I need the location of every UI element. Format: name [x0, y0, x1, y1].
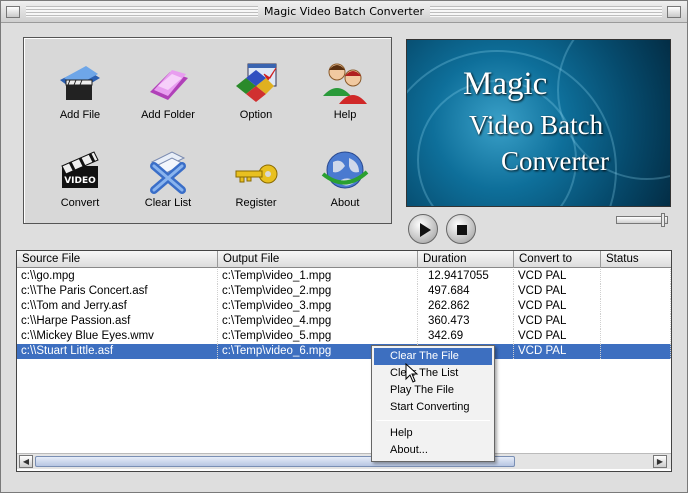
cell-convert-to: VCD PAL [514, 299, 601, 314]
cell-output: c:\Temp\video_1.mpg [218, 269, 418, 284]
clear-list-button[interactable]: Clear List [130, 134, 206, 218]
column-header-convert-to[interactable]: Convert to [514, 251, 601, 268]
cell-status [601, 269, 671, 284]
cell-duration: 360.473 [418, 314, 514, 329]
option-button[interactable]: Option [218, 46, 294, 130]
cell-convert-to: VCD PAL [514, 269, 601, 284]
cell-duration: 262.862 [418, 299, 514, 314]
table-row[interactable]: c:\\The Paris Concert.asf c:\Temp\video_… [17, 284, 671, 299]
cell-output: c:\Temp\video_5.mpg [218, 329, 418, 344]
convert-label: Convert [60, 197, 100, 209]
cell-source: c:\\The Paris Concert.asf [17, 284, 218, 299]
stop-button[interactable] [446, 214, 476, 244]
column-header-duration[interactable]: Duration [418, 251, 514, 268]
table-row[interactable]: c:\\go.mpg c:\Temp\video_1.mpg 12.941705… [17, 269, 671, 284]
volume-slider[interactable] [616, 213, 668, 227]
column-header-output[interactable]: Output File [218, 251, 418, 268]
cell-convert-to: VCD PAL [514, 344, 601, 359]
stop-icon [457, 225, 467, 235]
clear-list-label: Clear List [144, 197, 192, 209]
cell-status [601, 314, 671, 329]
cell-status [601, 329, 671, 344]
menu-item-clear-list[interactable]: Clear The List [374, 365, 492, 382]
add-file-button[interactable]: Add File [42, 46, 118, 130]
file-list-header: Source File Output File Duration Convert… [17, 251, 671, 268]
play-icon [420, 223, 431, 237]
table-row[interactable]: c:\\Mickey Blue Eyes.wmv c:\Temp\video_5… [17, 329, 671, 344]
cell-source: c:\\Harpe Passion.asf [17, 314, 218, 329]
key-icon [235, 164, 278, 184]
cell-duration: 342.69 [418, 329, 514, 344]
play-button[interactable] [408, 214, 438, 244]
cell-convert-to: VCD PAL [514, 314, 601, 329]
scroll-left-arrow-icon[interactable]: ◀ [19, 455, 33, 468]
cell-source: c:\\go.mpg [17, 269, 218, 284]
mouse-cursor-icon [405, 363, 419, 383]
title-bar[interactable]: Magic Video Batch Converter [1, 1, 687, 23]
cell-output: c:\Temp\video_2.mpg [218, 284, 418, 299]
cell-convert-to: VCD PAL [514, 329, 601, 344]
option-label: Option [239, 109, 273, 121]
cell-output: c:\Temp\video_3.mpg [218, 299, 418, 314]
cell-status [601, 284, 671, 299]
add-file-icon [60, 66, 100, 100]
menu-item-about[interactable]: About... [374, 442, 492, 459]
svg-text:VIDEO: VIDEO [64, 176, 96, 186]
menu-item-help[interactable]: Help [374, 425, 492, 442]
add-folder-icon [150, 70, 188, 100]
option-icon [236, 63, 277, 102]
register-label: Register [235, 197, 277, 209]
preview-title-line1: Magic [463, 66, 548, 102]
cell-convert-to: VCD PAL [514, 284, 601, 299]
table-row-selected[interactable]: c:\\Stuart Little.asf c:\Temp\video_6.mp… [17, 344, 671, 359]
horizontal-scrollbar[interactable]: ◀ ▶ [17, 453, 671, 469]
clapperboard-icon: VIDEO [61, 151, 99, 188]
window-title: Magic Video Batch Converter [257, 5, 431, 18]
context-menu: Clear The File Clear The List Play The F… [371, 345, 495, 462]
about-label: About [330, 197, 360, 209]
toolbar-panel: Add File Add Folder Option Help VIDEO Co… [23, 37, 392, 224]
cell-status [601, 344, 671, 359]
preview-title-line2: Video Batch [469, 110, 604, 140]
scroll-right-arrow-icon[interactable]: ▶ [653, 455, 667, 468]
globe-icon [321, 151, 369, 189]
menu-item-play-file[interactable]: Play The File [374, 382, 492, 399]
table-row[interactable]: c:\\Harpe Passion.asf c:\Temp\video_4.mp… [17, 314, 671, 329]
zoom-window-button[interactable] [667, 6, 681, 18]
cell-output: c:\Temp\video_4.mpg [218, 314, 418, 329]
cell-source: c:\\Stuart Little.asf [17, 344, 218, 359]
menu-item-clear-file[interactable]: Clear The File [374, 348, 492, 365]
add-folder-label: Add Folder [141, 109, 195, 121]
app-window: Magic Video Batch Converter Add File Add [0, 0, 688, 493]
video-preview: Magic Video Batch Converter [406, 39, 671, 207]
file-list[interactable]: Source File Output File Duration Convert… [16, 250, 672, 472]
help-label: Help [333, 109, 357, 121]
volume-slider-thumb[interactable] [661, 213, 665, 227]
table-row[interactable]: c:\\Tom and Jerry.asf c:\Temp\video_3.mp… [17, 299, 671, 314]
add-folder-button[interactable]: Add Folder [130, 46, 206, 130]
cell-source: c:\\Tom and Jerry.asf [17, 299, 218, 314]
menu-item-start-converting[interactable]: Start Converting [374, 399, 492, 416]
menu-separator [376, 420, 490, 421]
help-button[interactable]: Help [307, 46, 383, 130]
cell-status [601, 299, 671, 314]
cell-duration: 497.684 [418, 284, 514, 299]
column-header-status[interactable]: Status [601, 251, 671, 268]
about-button[interactable]: About [307, 134, 383, 218]
cell-duration: 12.9417055 [418, 269, 514, 284]
register-button[interactable]: Register [218, 134, 294, 218]
help-icon [323, 63, 367, 104]
cell-source: c:\\Mickey Blue Eyes.wmv [17, 329, 218, 344]
column-header-source[interactable]: Source File [17, 251, 218, 268]
clear-list-icon [150, 151, 186, 194]
convert-button[interactable]: VIDEO Convert [42, 134, 118, 218]
preview-title-line3: Converter [501, 146, 609, 176]
add-file-label: Add File [59, 109, 101, 121]
